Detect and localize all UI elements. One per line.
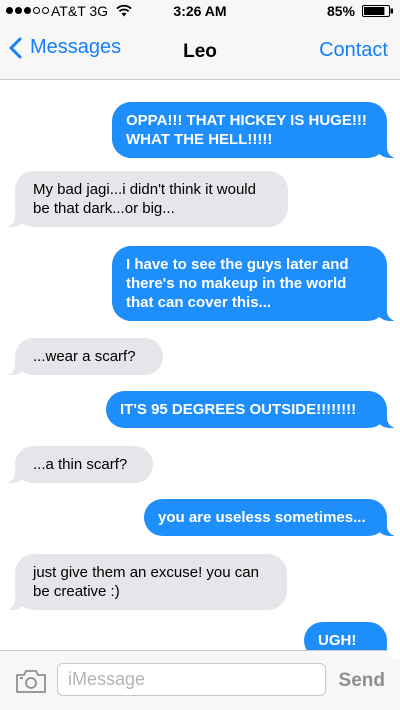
back-button[interactable]: Messages bbox=[8, 36, 121, 59]
message-bubble-sent: OPPA!!! THAT HICKEY IS HUGE!!! WHAT THE … bbox=[112, 102, 400, 158]
message-bubble-received: My bad jagi...i didn't think it would be… bbox=[1, 171, 288, 227]
message-bubble-sent: I have to see the guys later and there's… bbox=[112, 246, 400, 321]
message-bubble-sent: IT'S 95 DEGREES OUTSIDE!!!!!!!! bbox=[106, 391, 400, 428]
message-bubble-received: just give them an excuse! you can be cre… bbox=[1, 554, 287, 610]
chevron-left-icon bbox=[9, 37, 22, 58]
battery-percent: 85% bbox=[326, 3, 355, 19]
message-input-bar: Send bbox=[0, 650, 400, 710]
message-bubble-received: ...wear a scarf? bbox=[1, 338, 163, 375]
navigation-bar: Messages Leo Contact bbox=[0, 22, 400, 80]
back-button-label: Messages bbox=[30, 36, 122, 58]
message-bubble-sent: you are useless sometimes... bbox=[144, 499, 400, 536]
message-thread[interactable]: OPPA!!! THAT HICKEY IS HUGE!!! WHAT THE … bbox=[0, 80, 400, 659]
camera-icon[interactable] bbox=[16, 669, 46, 693]
status-bar: AT&T 3G 3:26 AM 85% bbox=[0, 0, 400, 22]
battery-icon bbox=[362, 5, 393, 17]
message-bubble-received: ...a thin scarf? bbox=[1, 446, 153, 483]
imessage-input[interactable] bbox=[57, 663, 326, 696]
send-button[interactable]: Send bbox=[339, 670, 385, 692]
contact-button[interactable]: Contact bbox=[319, 39, 388, 62]
